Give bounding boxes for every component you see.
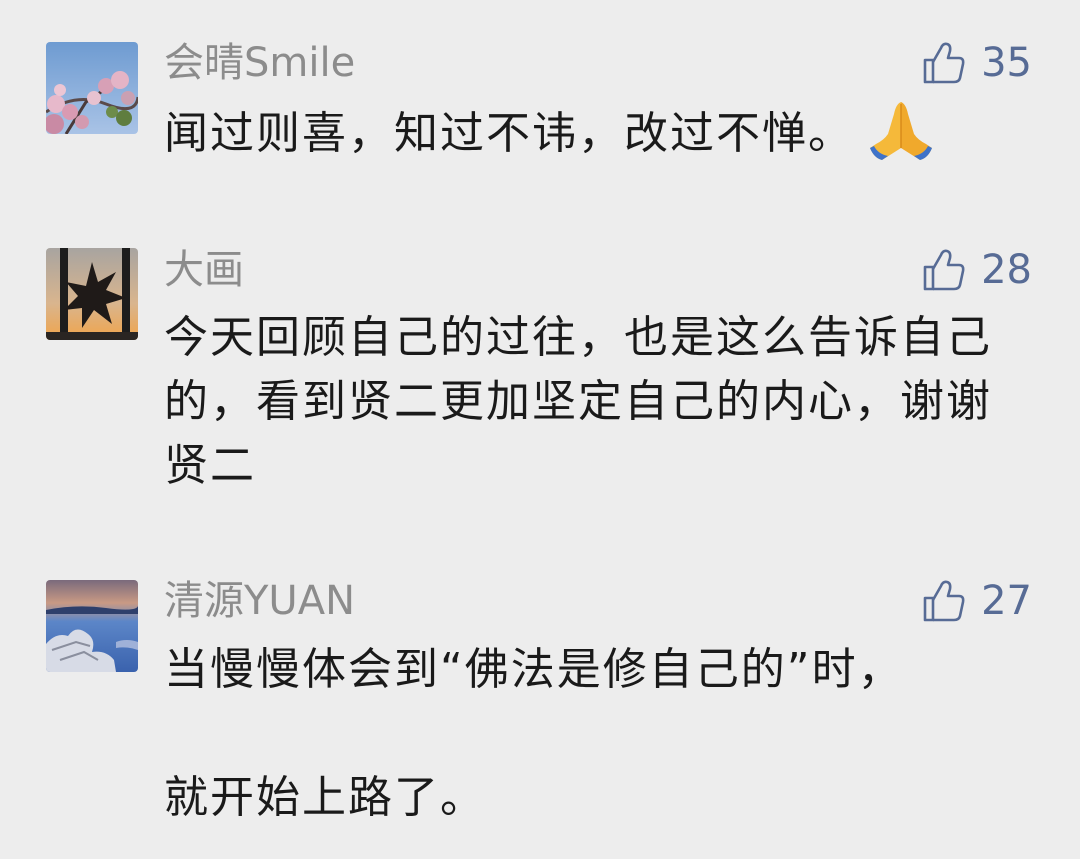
like-count: 28: [981, 247, 1032, 293]
thumbs-up-icon: [923, 580, 965, 622]
like-button[interactable]: 28: [921, 246, 1032, 294]
comment-line: 当慢慢体会到“佛法是修自己的”时，: [164, 644, 904, 695]
comment-line: 就开始上路了。: [164, 772, 486, 823]
thumbs-up-icon: [923, 249, 965, 291]
cherry-blossom-photo: [46, 42, 138, 134]
comment-text: 闻过则喜，知过不讳，改过不惮。: [164, 100, 1004, 180]
praying-hands-icon: [870, 102, 932, 160]
comment-text: 当慢慢体会到“佛法是修自己的”时， 就开始上路了。: [164, 638, 1004, 830]
username[interactable]: 清源YUAN: [164, 577, 355, 625]
window-silhouette-photo: [46, 248, 138, 340]
comment-line: 今天回顾自己的过往，也是这么告诉自己的，看到贤二更加坚定自己的内心，谢谢贤二: [164, 312, 992, 491]
avatar[interactable]: [46, 580, 138, 672]
like-count: 27: [981, 578, 1032, 624]
comment-line-blank: [164, 702, 1004, 766]
like-button[interactable]: 35: [921, 39, 1032, 87]
username[interactable]: 大画: [164, 246, 244, 294]
username[interactable]: 会晴Smile: [164, 39, 355, 87]
thumbs-up-icon: [923, 42, 965, 84]
comment-text: 今天回顾自己的过往，也是这么告诉自己的，看到贤二更加坚定自己的内心，谢谢贤二: [164, 306, 994, 498]
comment-line: 闻过则喜，知过不讳，改过不惮。: [164, 108, 854, 159]
lake-driftwood-photo: [46, 580, 138, 672]
like-button[interactable]: 27: [921, 577, 1032, 625]
avatar[interactable]: [46, 248, 138, 340]
praying-hands-emoji: [868, 100, 934, 180]
avatar[interactable]: [46, 42, 138, 134]
like-count: 35: [981, 40, 1032, 86]
